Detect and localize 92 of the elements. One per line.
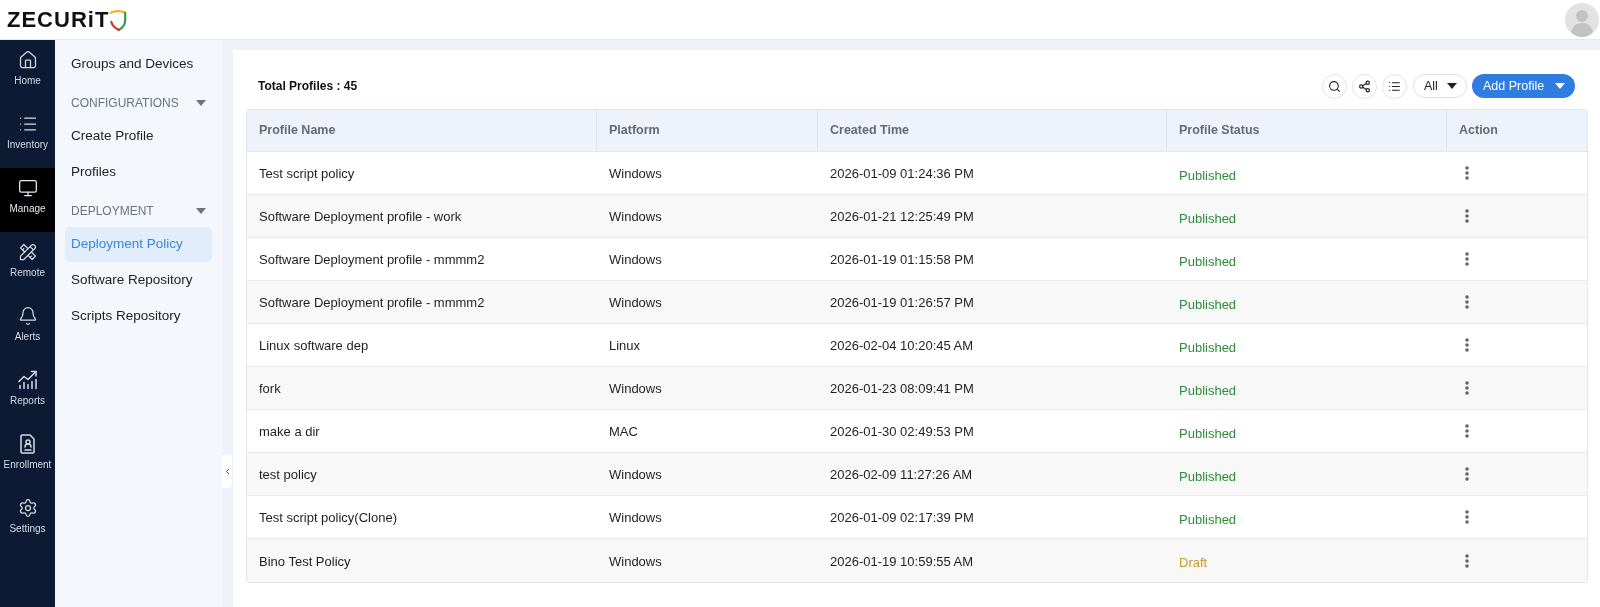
created-time: 2026-01-30 02:49:53 PM bbox=[830, 424, 974, 439]
created-time: 2026-02-09 11:27:26 AM bbox=[830, 467, 973, 482]
created-time: 2026-01-21 12:25:49 PM bbox=[830, 209, 974, 224]
search-icon bbox=[1328, 79, 1341, 93]
profile-name: Bino Test Policy bbox=[259, 553, 351, 569]
add-profile-button[interactable]: Add Profile bbox=[1472, 74, 1575, 98]
total-profiles-label: Total Profiles : 45 bbox=[258, 78, 358, 95]
sidebar-item[interactable]: Groups and Devices bbox=[65, 47, 212, 82]
column-header: Profile Name bbox=[247, 110, 597, 151]
profile-name: Software Deployment profile - mmmm2 bbox=[259, 295, 485, 310]
profile-name: Software Deployment profile - work bbox=[259, 209, 462, 224]
kebab-menu-icon bbox=[1465, 166, 1469, 180]
status-text: Published bbox=[1179, 511, 1237, 527]
created-time: 2026-01-19 01:26:57 PM bbox=[830, 295, 974, 310]
column-header: Profile Status bbox=[1167, 110, 1447, 151]
platform-name: MAC bbox=[609, 424, 638, 439]
created-time: 2026-01-09 01:24:36 PM bbox=[830, 166, 974, 181]
share-button[interactable] bbox=[1352, 73, 1377, 99]
status-text: Published bbox=[1179, 167, 1237, 183]
nav-rail-item[interactable]: Manage bbox=[0, 168, 55, 232]
sidebar-item[interactable]: Software Repository bbox=[65, 263, 212, 298]
section-header[interactable]: DEPLOYMENT bbox=[65, 196, 212, 226]
column-header: Action bbox=[1447, 110, 1587, 151]
logo-text: ZECURiT bbox=[7, 6, 110, 34]
kebab-menu-icon bbox=[1465, 424, 1469, 438]
sidebar-item[interactable]: Create Profile bbox=[65, 119, 212, 154]
platform-name: Windows bbox=[609, 252, 662, 267]
kebab-menu-icon bbox=[1465, 510, 1469, 524]
chart-icon bbox=[17, 370, 38, 390]
caret-down-icon bbox=[1555, 83, 1565, 89]
profile-name: Linux software dep bbox=[259, 338, 369, 353]
kebab-menu-icon bbox=[1465, 295, 1469, 309]
filter-dropdown[interactable]: All bbox=[1413, 74, 1467, 98]
status-text: Published bbox=[1179, 296, 1237, 312]
platform-name: Windows bbox=[609, 166, 662, 181]
kebab-menu-icon bbox=[1465, 209, 1469, 223]
caret-down-icon bbox=[196, 100, 206, 106]
nav-rail-item[interactable]: Settings bbox=[0, 488, 55, 552]
sidebar-item[interactable]: Profiles bbox=[65, 155, 212, 190]
platform-name: Linux bbox=[609, 338, 641, 353]
platform-name: Windows bbox=[609, 295, 662, 310]
nav-rail-item[interactable]: Inventory bbox=[0, 104, 55, 168]
shield-logo-icon bbox=[109, 7, 128, 32]
search-button[interactable] bbox=[1322, 73, 1347, 99]
section-header[interactable]: CONFIGURATIONS bbox=[65, 88, 212, 118]
column-header: Created Time bbox=[818, 110, 1167, 151]
platform-name: Windows bbox=[609, 510, 662, 525]
status-text: Published bbox=[1179, 468, 1237, 484]
list-icon bbox=[1388, 79, 1401, 93]
kebab-menu-icon bbox=[1465, 381, 1469, 395]
nav-rail-item[interactable]: Alerts bbox=[0, 296, 55, 360]
share-icon bbox=[1358, 79, 1371, 93]
nav-rail-item[interactable]: Remote bbox=[0, 232, 55, 296]
nav-rail-item[interactable]: Reports bbox=[0, 360, 55, 424]
settings-icon bbox=[17, 498, 38, 518]
created-time: 2026-01-23 08:09:41 PM bbox=[830, 381, 974, 396]
monitor-icon bbox=[17, 178, 38, 198]
status-text: Draft bbox=[1179, 555, 1208, 570]
profile-name: make a dir bbox=[259, 424, 320, 439]
column-header: Platform bbox=[597, 110, 818, 151]
platform-name: Windows bbox=[609, 467, 662, 482]
caret-down-icon bbox=[196, 208, 206, 214]
profile-name: Software Deployment profile - mmmm2 bbox=[259, 252, 485, 267]
profile-name: Test script policy(Clone) bbox=[259, 510, 397, 525]
caret-down-icon bbox=[1447, 83, 1457, 89]
tools-icon bbox=[17, 242, 38, 262]
status-text: Published bbox=[1179, 339, 1237, 355]
home-icon bbox=[17, 50, 38, 70]
created-time: 2026-01-19 01:15:58 PM bbox=[830, 252, 974, 267]
platform-name: Windows bbox=[609, 553, 662, 569]
profile-name: fork bbox=[259, 381, 281, 396]
document-user-icon bbox=[17, 434, 38, 454]
profile-name: test policy bbox=[259, 467, 317, 482]
platform-name: Windows bbox=[609, 209, 662, 224]
nav-rail-item[interactable]: Enrollment bbox=[0, 424, 55, 488]
platform-name: Windows bbox=[609, 381, 662, 396]
bell-icon bbox=[17, 306, 38, 326]
nav-rail-item[interactable]: Home bbox=[0, 40, 55, 104]
status-text: Published bbox=[1179, 382, 1237, 398]
status-text: Published bbox=[1179, 210, 1237, 226]
created-time: 2026-02-04 10:20:45 AM bbox=[830, 338, 974, 353]
kebab-menu-icon bbox=[1465, 553, 1469, 568]
created-time: 2026-01-19 10:59:55 AM bbox=[830, 553, 974, 569]
list-view-button[interactable] bbox=[1382, 73, 1407, 99]
kebab-menu-icon bbox=[1465, 338, 1469, 352]
kebab-menu-icon bbox=[1465, 467, 1469, 481]
created-time: 2026-01-09 02:17:39 PM bbox=[830, 510, 974, 525]
status-text: Published bbox=[1179, 253, 1237, 269]
status-text: Published bbox=[1179, 425, 1237, 441]
sidebar-item[interactable]: Scripts Repository bbox=[65, 299, 212, 334]
kebab-menu-icon bbox=[1465, 252, 1469, 266]
profile-name: Test script policy bbox=[259, 166, 355, 181]
